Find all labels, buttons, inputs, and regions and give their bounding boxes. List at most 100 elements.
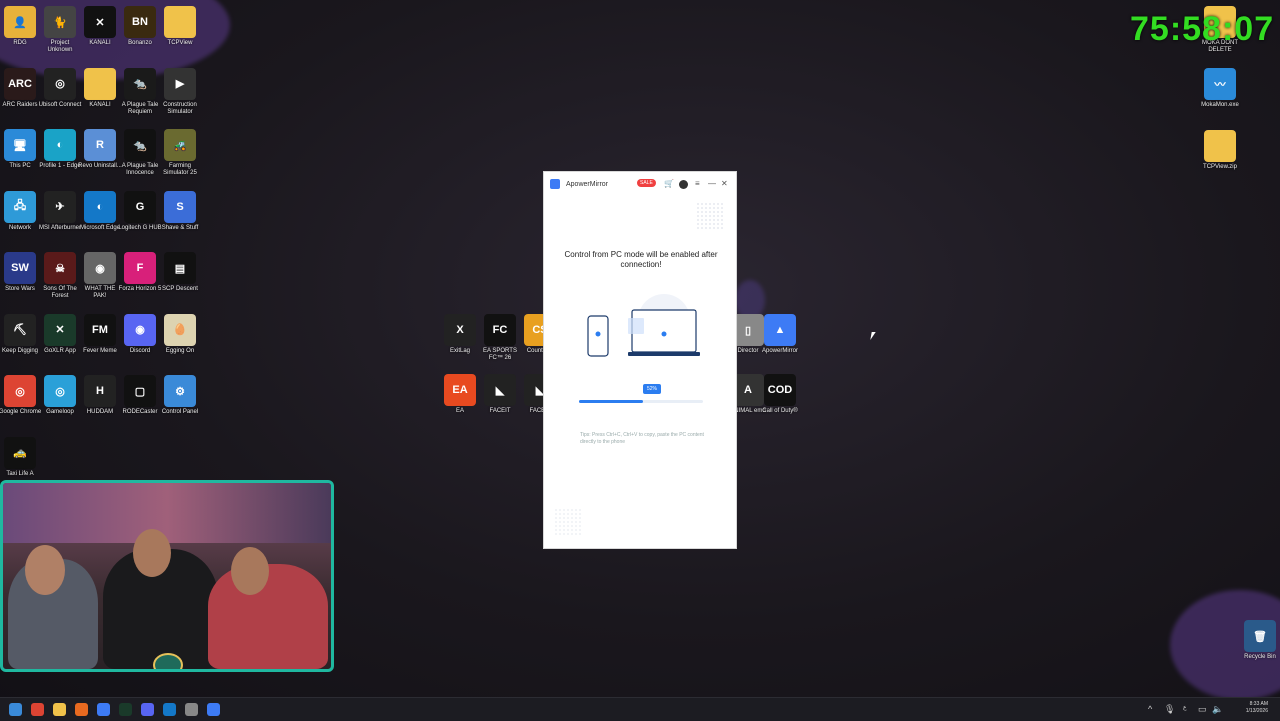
apowermirror-icon: ▲: [764, 314, 796, 346]
desktop-icon-ea[interactable]: EA EA: [438, 374, 482, 415]
desktop-icon-control-panel[interactable]: ⚙ Control Panel: [158, 375, 202, 416]
desktop-icon-kanali[interactable]: ✕ KANALI: [78, 6, 122, 47]
desktop-icon-sons-of-the-forest[interactable]: ☠ Sons Of The Forest: [38, 252, 82, 300]
ubisoft-connect-icon: ◎: [44, 67, 76, 100]
desktop-icon-microsoft-edge[interactable]: ◐ Microsoft Edge: [78, 190, 122, 232]
desktop-icon-profile-1-edge[interactable]: ◐ Profile 1 - Edge: [38, 129, 82, 170]
control-panel-icon: ⚙: [164, 375, 196, 407]
desktop-icon-a-plague-tale-innocence[interactable]: 🐀 A Plague Tale Innocence: [118, 129, 162, 177]
construction-simulator-icon: ▶: [164, 67, 196, 100]
app-titlebar[interactable]: ApowerMirror SALE 🛒 ≡ — ✕: [544, 172, 736, 196]
start-icon[interactable]: [9, 703, 22, 716]
goxlr-app-icon: ✕: [44, 313, 76, 346]
calc-icon[interactable]: [185, 703, 198, 716]
call-of-duty-icon: COD: [764, 374, 796, 406]
sale-badge[interactable]: SALE: [637, 179, 656, 187]
tray-chevron-icon[interactable]: ^: [1148, 704, 1152, 714]
tcpview-icon: [164, 6, 196, 38]
desktop-icon-ubisoft-connect[interactable]: ◎ Ubisoft Connect: [38, 67, 82, 109]
desktop-icon-tcpview[interactable]: TCPView: [158, 6, 202, 47]
menu-icon[interactable]: ≡: [695, 179, 700, 189]
connection-progress-bar: [579, 400, 703, 403]
desktop-icon-construction-simulator[interactable]: ▶ Construction Simulator: [158, 67, 202, 116]
desktop-icon-what-the-pak[interactable]: ◉ WHAT THE PAK!: [78, 252, 122, 300]
shave-stuff-icon: S: [164, 190, 196, 223]
desktop-icon-ea-sports-fc-26[interactable]: FC EA SPORTS FC™ 26: [478, 314, 522, 362]
person-middle-head: [133, 529, 171, 577]
desktop-icon-label: This PC: [9, 163, 31, 169]
desktop-icon-a-plague-tale-requiem[interactable]: 🐀 A Plague Tale Requiem: [118, 67, 162, 116]
desktop-icon-project-unknown[interactable]: 🐈 Project Unknown: [38, 6, 82, 54]
desktop-icon-arc-raiders[interactable]: ARC ARC Raiders: [0, 67, 42, 109]
laptop-base: [628, 352, 700, 356]
desktop-icon-apowermirror[interactable]: ▲ ApowerMirror: [758, 314, 802, 355]
phone-laptop-illustration: [587, 294, 700, 357]
desktop-icon-this-pc[interactable]: 🖥 This PC: [0, 129, 42, 170]
kanali-icon: [84, 67, 116, 100]
huddam-icon: H: [84, 375, 116, 407]
desktop-icon-rodecaster[interactable]: ▢ RODECaster: [118, 375, 162, 416]
apowermirror-window[interactable]: ApowerMirror SALE 🛒 ≡ — ✕ Control from P…: [543, 171, 737, 549]
desktop-icon-tcpview-zip[interactable]: TCPView.zip: [1198, 130, 1242, 171]
desktop-icon-fever-meme[interactable]: FM Fever Meme: [78, 313, 122, 355]
desktop-icon-scp-descent[interactable]: ▤ SCP Descent: [158, 252, 202, 293]
desktop-icon-keep-digging[interactable]: ⛏ Keep Digging: [0, 313, 42, 355]
desktop-icon-label: Profile 1 - Edge: [39, 163, 81, 169]
desktop-icon-discord[interactable]: ◉ Discord: [118, 313, 162, 355]
discord-icon[interactable]: [141, 703, 154, 716]
keyboard-language-icon[interactable]: ع: [1183, 704, 1187, 711]
explorer-icon[interactable]: [53, 703, 66, 716]
minimize-icon[interactable]: —: [708, 179, 716, 189]
desktop-icon-logitech-g-hub[interactable]: G Logitech G HUB: [118, 190, 162, 232]
tool-icon[interactable]: [75, 703, 88, 716]
desktop-icon-recycle-bin[interactable]: 🗑 Recycle Bin: [1238, 620, 1280, 661]
xlr-icon[interactable]: [119, 703, 132, 716]
volume-icon[interactable]: 🔈: [1212, 704, 1223, 715]
desktop-icon-huddam[interactable]: H HUDDAM: [78, 375, 122, 416]
desktop-icon-call-of-duty[interactable]: COD Call of Duty®: [758, 374, 802, 415]
desktop-icon-rdg[interactable]: 👤 RDG: [0, 6, 42, 47]
desktop-icon-label: Recycle Bin: [1244, 654, 1276, 660]
desktop-icon-farming-simulator-25[interactable]: 🚜 Farming Simulator 25: [158, 129, 202, 177]
desktop-icon-forza-horizon-5[interactable]: F Forza Horizon 5: [118, 252, 162, 293]
desktop-icon-label: EA: [455, 408, 464, 414]
desktop-icon-exitlag[interactable]: X ExitLag: [438, 314, 482, 355]
desktop-icon-label: TCPView: [167, 40, 193, 46]
apowermirror-icon[interactable]: [207, 703, 220, 716]
desktop-icon-faceit[interactable]: ◣ FACEIT: [478, 374, 522, 415]
network-icon[interactable]: ▭: [1198, 704, 1207, 715]
google-chrome-icon: ◎: [4, 375, 36, 407]
desktop-icon-network[interactable]: 🖧 Network: [0, 190, 42, 232]
person-right-head: [231, 547, 269, 595]
close-icon[interactable]: ✕: [721, 179, 728, 189]
desktop-icon-google-chrome[interactable]: ◎ Google Chrome: [0, 375, 42, 416]
desktop-icon-kanali[interactable]: KANALI: [78, 67, 122, 109]
desktop-icon-gameloop[interactable]: ◎ Gameloop: [38, 375, 82, 416]
cart-icon[interactable]: 🛒: [664, 179, 674, 189]
desktop-icon-msi-afterburner[interactable]: ✈ MSI Afterburner: [38, 190, 82, 232]
fever-meme-icon: FM: [84, 313, 116, 346]
network-icon: 🖧: [4, 190, 36, 223]
desktop-icon-shave-stuff[interactable]: S Shave & Stuff: [158, 190, 202, 232]
edge-icon[interactable]: [163, 703, 176, 716]
microphone-icon[interactable]: 🎙: [1164, 704, 1175, 715]
person-left-head: [25, 545, 65, 595]
bonanzo-icon: BN: [124, 6, 156, 38]
desktop-icon-label: Egging On: [165, 347, 195, 354]
rdg-icon: 👤: [4, 6, 36, 38]
desktop-icon-bonanzo[interactable]: BN Bonanzo: [118, 6, 162, 47]
chrome-icon[interactable]: [31, 703, 44, 716]
desktop-icon-mokamon-exe[interactable]: 〰 MokaMon.exe: [1198, 68, 1242, 109]
clock[interactable]: 8:33 AM 1/13/2026: [1246, 701, 1268, 715]
window-icon[interactable]: [97, 703, 110, 716]
logitech-g-hub-icon: G: [124, 190, 156, 223]
desktop-icon-label: Taxi Life A: [6, 470, 34, 477]
avatar[interactable]: [679, 180, 688, 189]
desktop-icon-revo-uninstall[interactable]: R Revo Uninstall...: [78, 129, 122, 170]
desktop-icon-taxi-life-a[interactable]: 🚕 Taxi Life A: [0, 436, 42, 478]
desktop-icon-egging-on[interactable]: 🥚 Egging On: [158, 313, 202, 355]
desktop-icon-store-wars[interactable]: SW Store Wars: [0, 252, 42, 293]
desktop-icon-label: KANALI: [89, 101, 111, 108]
clock-date: 1/13/2026: [1245, 708, 1268, 714]
desktop-icon-goxlr-app[interactable]: ✕ GoXLR App: [38, 313, 82, 355]
